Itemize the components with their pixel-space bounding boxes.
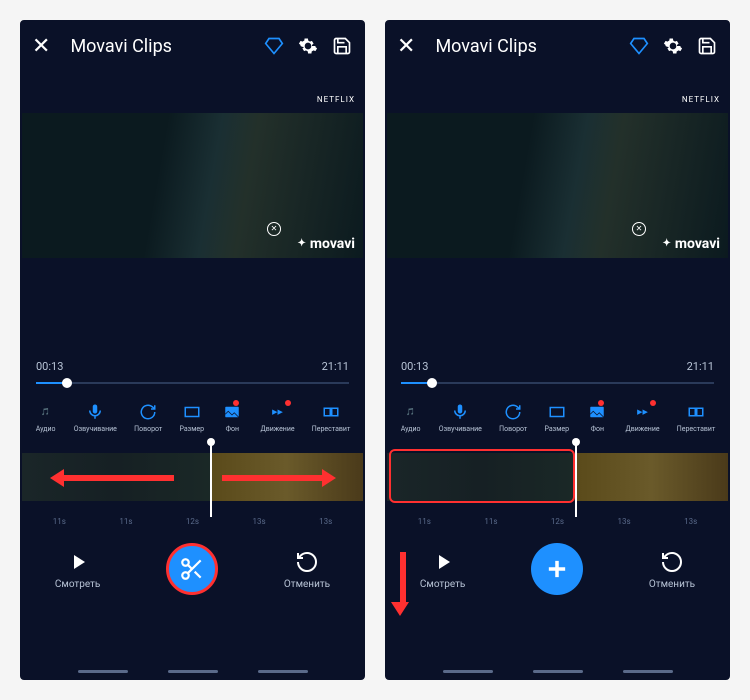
video-frame: ✕ NETFLIX ✦movavi <box>22 113 363 258</box>
annotation-arrow-down <box>397 552 409 616</box>
close-button[interactable]: ✕ <box>32 34 50 59</box>
ruler: 11s11s12s13s13s <box>22 517 363 531</box>
progress-bar[interactable] <box>387 373 728 393</box>
app-header: ✕ Movavi Clips <box>387 22 728 70</box>
watch-button[interactable]: Смотреть <box>420 549 465 590</box>
tool-audio[interactable]: 🎵Аудио <box>35 401 57 433</box>
bg-icon <box>221 401 243 423</box>
tool-audio[interactable]: 🎵Аудио <box>400 401 422 433</box>
tool-rotate[interactable]: Поворот <box>499 401 527 433</box>
annotation-arrow-right <box>222 469 336 487</box>
annotation-selection-box <box>389 449 575 503</box>
video-preview[interactable]: ✕ NETFLIX ✦movavi <box>22 70 363 300</box>
video-preview[interactable]: ✕ NETFLIX ✦movavi <box>387 70 728 300</box>
phone-screen-right: ✕ Movavi Clips ✕ NETFLIX ✦movavi 00:13 2… <box>385 20 730 680</box>
nav-bar <box>22 668 363 678</box>
size-icon <box>181 401 203 423</box>
mic-icon <box>84 401 106 423</box>
tool-motion[interactable]: ▶▶Движение <box>625 401 659 433</box>
tool-motion[interactable]: ▶▶Движение <box>260 401 294 433</box>
size-icon <box>546 401 568 423</box>
reorder-icon <box>320 401 342 423</box>
add-button[interactable] <box>531 543 583 595</box>
tool-rotate[interactable]: Поворот <box>134 401 162 433</box>
nav-bar <box>387 668 728 678</box>
ruler: 11s11s12s13s13s <box>387 517 728 531</box>
provider-tag: NETFLIX <box>682 95 720 104</box>
tool-size[interactable]: Размер <box>545 401 570 433</box>
time-row: 00:13 21:11 <box>387 360 728 373</box>
action-row: Смотреть Отменить <box>387 531 728 603</box>
tool-voice[interactable]: Озвучивание <box>439 401 482 433</box>
undo-button[interactable]: Отменить <box>284 549 330 590</box>
play-icon <box>430 549 456 575</box>
settings-gear-icon[interactable] <box>297 35 319 57</box>
time-total: 21:11 <box>687 360 714 373</box>
time-current: 00:13 <box>401 360 428 373</box>
tool-row: 🎵Аудио Озвучивание Поворот Размер Фон ▶▶… <box>387 399 728 435</box>
reorder-icon <box>685 401 707 423</box>
app-header: ✕ Movavi Clips <box>22 22 363 70</box>
provider-tag: NETFLIX <box>317 95 355 104</box>
mic-icon <box>449 401 471 423</box>
progress-bar[interactable] <box>22 373 363 393</box>
tool-voice[interactable]: Озвучивание <box>74 401 117 433</box>
time-row: 00:13 21:11 <box>22 360 363 373</box>
premium-diamond-icon[interactable] <box>263 35 285 57</box>
phone-screen-left: ✕ Movavi Clips ✕ NETFLIX ✦movavi 00:13 2… <box>20 20 365 680</box>
tool-bg[interactable]: Фон <box>586 401 608 433</box>
tool-reorder[interactable]: Переставит <box>312 401 351 433</box>
watermark-close-icon[interactable]: ✕ <box>267 222 281 236</box>
save-icon[interactable] <box>696 35 718 57</box>
watermark-close-icon[interactable]: ✕ <box>632 222 646 236</box>
app-title: Movavi Clips <box>70 36 251 57</box>
premium-diamond-icon[interactable] <box>628 35 650 57</box>
undo-icon <box>659 549 685 575</box>
movavi-watermark: ✦movavi <box>298 236 356 252</box>
save-icon[interactable] <box>331 35 353 57</box>
video-frame: ✕ NETFLIX ✦movavi <box>387 113 728 258</box>
rotate-icon <box>137 401 159 423</box>
close-button[interactable]: ✕ <box>397 34 415 59</box>
timeline[interactable] <box>22 447 363 511</box>
movavi-watermark: ✦movavi <box>663 236 721 252</box>
audio-icon: 🎵 <box>35 401 57 423</box>
playhead[interactable] <box>210 441 212 517</box>
cut-button[interactable] <box>166 543 218 595</box>
annotation-arrow-left <box>50 469 174 487</box>
tool-size[interactable]: Размер <box>180 401 205 433</box>
time-total: 21:11 <box>322 360 349 373</box>
tool-row: 🎵Аудио Озвучивание Поворот Размер Фон ▶▶… <box>22 399 363 435</box>
bg-icon <box>586 401 608 423</box>
watch-button[interactable]: Смотреть <box>55 549 100 590</box>
app-title: Movavi Clips <box>435 36 616 57</box>
audio-icon: 🎵 <box>400 401 422 423</box>
tool-reorder[interactable]: Переставит <box>677 401 716 433</box>
timeline[interactable] <box>387 447 728 511</box>
time-current: 00:13 <box>36 360 63 373</box>
undo-icon <box>294 549 320 575</box>
tool-bg[interactable]: Фон <box>221 401 243 433</box>
undo-button[interactable]: Отменить <box>649 549 695 590</box>
action-row: Смотреть Отменить <box>22 531 363 603</box>
play-icon <box>65 549 91 575</box>
rotate-icon <box>502 401 524 423</box>
settings-gear-icon[interactable] <box>662 35 684 57</box>
